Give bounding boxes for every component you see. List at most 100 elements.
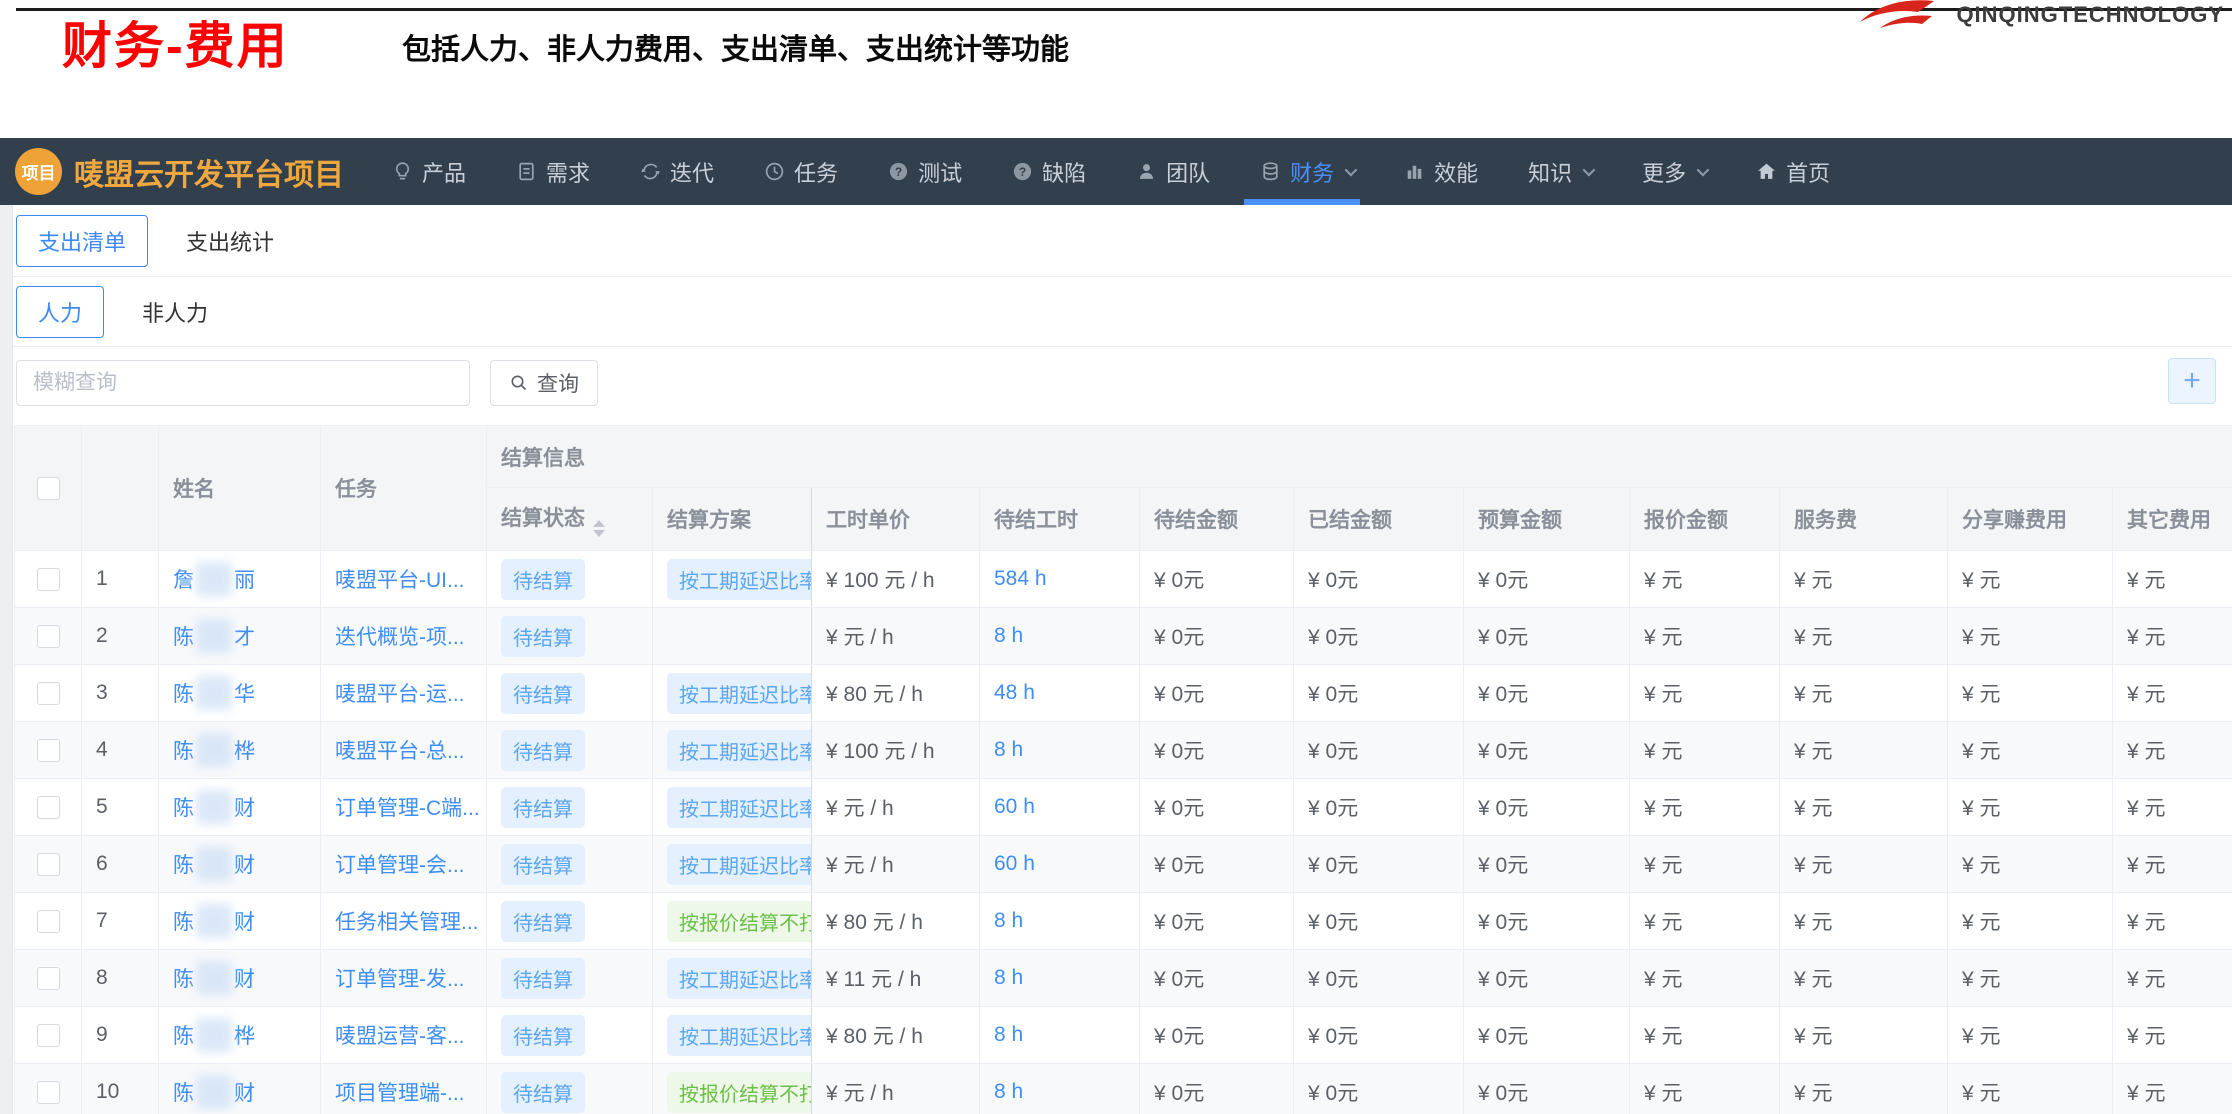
nav-item-label: 任务	[794, 156, 838, 188]
budget-amount: ¥ 0元	[1464, 608, 1630, 665]
name-link[interactable]: 陈桦	[173, 1025, 255, 1048]
row-checkbox[interactable]	[37, 1024, 60, 1047]
nav-item-knowledge[interactable]: 知识	[1528, 138, 1592, 205]
other-fee: ¥ 元	[2113, 665, 2232, 722]
service-fee: ¥ 元	[1780, 779, 1948, 836]
service-fee: ¥ 元	[1780, 665, 1948, 722]
task-link[interactable]: 唛盟平台-UI...	[335, 569, 465, 592]
name-link[interactable]: 陈华	[173, 683, 255, 706]
query-button-label: 查询	[537, 368, 579, 398]
row-checkbox[interactable]	[37, 682, 60, 705]
nav-item-test[interactable]: ?测试	[888, 138, 962, 205]
settled-amount: ¥ 0元	[1294, 608, 1464, 665]
pending-hours-link[interactable]: 584 h	[994, 567, 1047, 590]
row-index: 8	[82, 950, 159, 1007]
status-badge: 待结算	[501, 730, 585, 771]
add-button[interactable]: +	[2168, 358, 2216, 404]
share-fee: ¥ 元	[1948, 950, 2113, 1007]
nav-item-label: 知识	[1528, 156, 1572, 188]
nav-item-efficiency[interactable]: 效能	[1404, 138, 1478, 205]
other-fee: ¥ 元	[2113, 836, 2232, 893]
pending-amount: ¥ 0元	[1140, 950, 1294, 1007]
pending-amount: ¥ 0元	[1140, 551, 1294, 608]
document-icon	[516, 161, 537, 182]
logo-text: QINQINGTECHNOLOGY	[1956, 2, 2224, 28]
name-link[interactable]: 陈财	[173, 854, 255, 877]
row-index: 5	[82, 779, 159, 836]
nav-item-team[interactable]: 团队	[1136, 138, 1210, 205]
col-group-settlement-info: 结算信息	[487, 426, 2232, 488]
task-link[interactable]: 订单管理-C端...	[335, 797, 480, 820]
coins-icon	[1260, 161, 1281, 182]
table-row: 9 陈桦 唛盟运营-客... 待结算 按工期延迟比率打折 ¥ 80 元 / h …	[15, 1007, 2232, 1064]
tab-non-manpower[interactable]: 非人力	[142, 296, 208, 328]
select-all-checkbox[interactable]	[37, 477, 60, 500]
task-link[interactable]: 订单管理-会...	[335, 854, 465, 877]
unit-price: ¥ 100 元 / h	[812, 722, 980, 779]
sort-control[interactable]	[593, 520, 605, 537]
row-checkbox[interactable]	[37, 853, 60, 876]
task-link[interactable]: 唛盟运营-客...	[335, 1025, 465, 1048]
nav-item-finance[interactable]: 财务	[1260, 138, 1354, 205]
name-link[interactable]: 詹丽	[173, 569, 255, 592]
quote-amount: ¥ 元	[1630, 1007, 1780, 1064]
row-checkbox[interactable]	[37, 796, 60, 819]
plan-badge: 按工期延迟比率打折	[667, 787, 812, 828]
nav-item-task[interactable]: 任务	[764, 138, 838, 205]
search-input[interactable]	[16, 360, 470, 406]
pending-hours-link[interactable]: 8 h	[994, 1023, 1023, 1046]
nav-item-label: 缺陷	[1042, 156, 1086, 188]
query-button[interactable]: 查询	[490, 360, 598, 406]
nav-item-home[interactable]: 首页	[1756, 138, 1830, 205]
tab-expense-list[interactable]: 支出清单	[16, 215, 148, 267]
row-checkbox[interactable]	[37, 568, 60, 591]
nav-item-requirement[interactable]: 需求	[516, 138, 590, 205]
name-link[interactable]: 陈桦	[173, 740, 255, 763]
task-link[interactable]: 迭代概览-项...	[335, 626, 465, 649]
row-checkbox[interactable]	[37, 967, 60, 990]
row-checkbox[interactable]	[37, 739, 60, 762]
page-subtitle: 包括人力、非人力费用、支出清单、支出统计等功能	[402, 26, 1069, 68]
unit-price: ¥ 元 / h	[812, 1064, 980, 1114]
quote-amount: ¥ 元	[1630, 722, 1780, 779]
name-link[interactable]: 陈才	[173, 626, 255, 649]
nav-item-more[interactable]: 更多	[1642, 138, 1706, 205]
redacted-name	[196, 904, 232, 938]
other-fee: ¥ 元	[2113, 551, 2232, 608]
pending-hours-link[interactable]: 8 h	[994, 624, 1023, 647]
page-title: 财务-费用	[62, 6, 289, 78]
tab-manpower[interactable]: 人力	[16, 286, 104, 338]
nav-item-label: 财务	[1290, 156, 1334, 188]
quote-amount: ¥ 元	[1630, 836, 1780, 893]
name-link[interactable]: 陈财	[173, 911, 255, 934]
pending-hours-link[interactable]: 8 h	[994, 966, 1023, 989]
pending-hours-link[interactable]: 60 h	[994, 852, 1035, 875]
col-unit-price: 工时单价	[812, 488, 980, 551]
nav-item-defect[interactable]: ?缺陷	[1012, 138, 1086, 205]
share-fee: ¥ 元	[1948, 1064, 2113, 1114]
task-link[interactable]: 订单管理-发...	[335, 968, 465, 991]
name-link[interactable]: 陈财	[173, 968, 255, 991]
pending-hours-link[interactable]: 8 h	[994, 909, 1023, 932]
pending-hours-link[interactable]: 8 h	[994, 1080, 1023, 1103]
other-fee: ¥ 元	[2113, 722, 2232, 779]
pending-hours-link[interactable]: 8 h	[994, 738, 1023, 761]
other-fee: ¥ 元	[2113, 950, 2232, 1007]
row-checkbox[interactable]	[37, 910, 60, 933]
row-checkbox[interactable]	[37, 625, 60, 648]
nav-item-product[interactable]: 产品	[392, 138, 466, 205]
tab-expense-stats[interactable]: 支出统计	[186, 225, 274, 257]
col-quote-amount: 报价金额	[1630, 488, 1780, 551]
table-row: 10 陈财 项目管理端-... 待结算 按报价结算不打折 ¥ 元 / h 8 h…	[15, 1064, 2232, 1114]
pending-hours-link[interactable]: 60 h	[994, 795, 1035, 818]
task-link[interactable]: 唛盟平台-运...	[335, 683, 465, 706]
task-link[interactable]: 项目管理端-...	[335, 1082, 465, 1105]
nav-item-iteration[interactable]: 迭代	[640, 138, 714, 205]
name-link[interactable]: 陈财	[173, 1082, 255, 1105]
task-link[interactable]: 唛盟平台-总...	[335, 740, 465, 763]
task-link[interactable]: 任务相关管理...	[335, 911, 479, 934]
row-checkbox[interactable]	[37, 1081, 60, 1104]
name-link[interactable]: 陈财	[173, 797, 255, 820]
pending-hours-link[interactable]: 48 h	[994, 681, 1035, 704]
row-index: 6	[82, 836, 159, 893]
